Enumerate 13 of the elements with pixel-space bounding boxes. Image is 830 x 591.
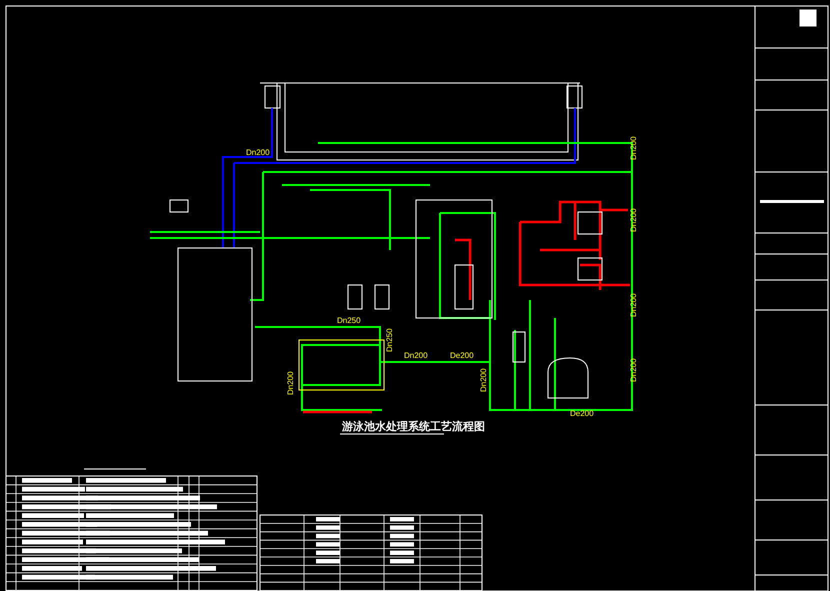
- pipe-size-label: Dn200: [629, 358, 638, 382]
- pipe-size-label: De200: [450, 351, 474, 360]
- pipe-size-label: De200: [570, 409, 594, 418]
- pipe-size-label: Dn200: [404, 351, 428, 360]
- pipe-size-label: Dn250: [385, 328, 394, 352]
- diagram-title: 游泳池水处理系统工艺流程图: [342, 421, 485, 433]
- pipe-size-label: Dn250: [337, 316, 361, 325]
- pipe-size-label: Dn200: [286, 371, 295, 395]
- pipe-size-label: Dn200: [629, 136, 638, 160]
- pipe-size-label: Dn200: [479, 368, 488, 392]
- pipe-size-label: Dn200: [629, 293, 638, 317]
- pipe-size-label: Dn200: [629, 208, 638, 232]
- pipe-size-label: Dn200: [246, 148, 270, 157]
